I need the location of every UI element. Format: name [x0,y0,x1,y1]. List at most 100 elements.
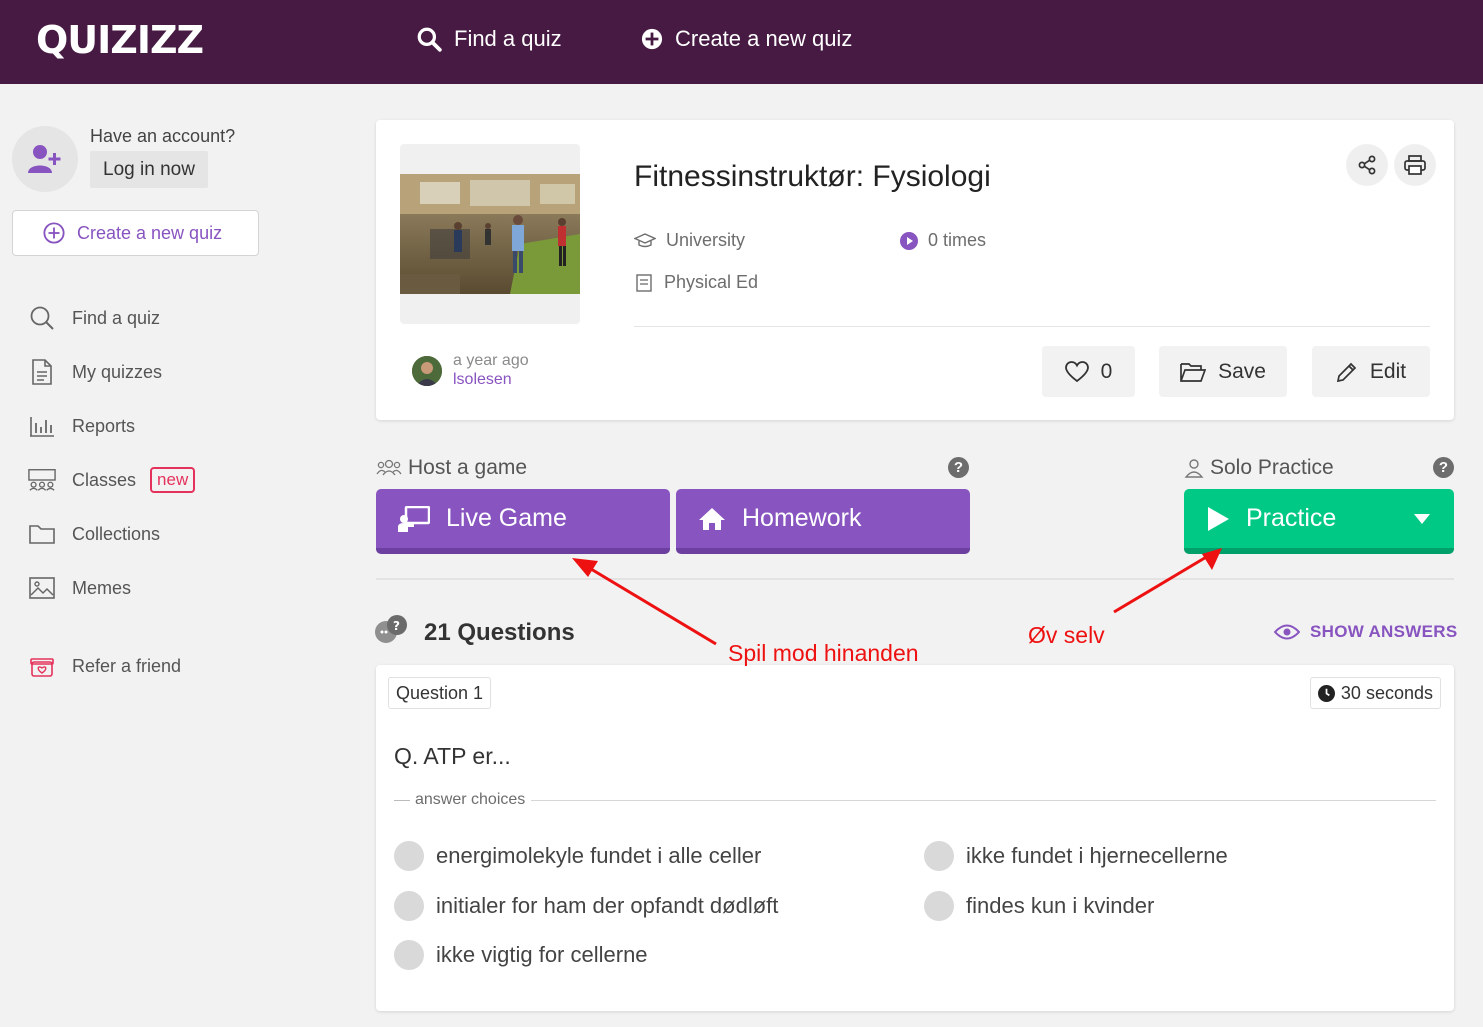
host-game-label: Host a game [408,456,528,479]
practice-button[interactable]: Practice [1184,489,1454,554]
sidebar-item-label: Classes [72,469,137,490]
quizizz-logo[interactable]: QUIZIZZ [36,18,204,62]
homework-button[interactable]: Homework [676,489,970,554]
sidebar-item-collections[interactable]: Collections [28,519,160,549]
answer-choice: energimolekyle fundet i alle celler [394,841,761,871]
choice-radio [924,841,954,871]
author-link[interactable]: lsolesen [453,371,512,389]
annotation-right: Øv selv [1028,622,1105,648]
graduation-cap-icon [634,232,656,247]
answer-choice: findes kun i kvinder [924,891,1154,921]
solo-practice-heading: Solo Practice [1184,456,1334,480]
answer-choice: ikke fundet i hjernecellerne [924,841,1228,871]
questions-count: 21 Questions [424,619,575,646]
question-card: Question 1 30 seconds Q. ATP er... answe… [376,665,1454,1011]
answer-choices-divider: answer choices [394,791,1436,809]
question-time-chip: 30 seconds [1309,677,1441,709]
topnav-create-quiz[interactable]: Create a new quiz [641,26,852,52]
share-button[interactable] [1346,144,1388,186]
host-game-heading: Host a game [376,456,527,480]
show-answers-toggle[interactable]: SHOW ANSWERS [1274,622,1457,642]
sidebar-item-reports[interactable]: Reports [28,411,135,441]
question-text: Q. ATP er... [394,743,511,769]
plus-circle-icon [641,28,663,50]
show-answers-label: SHOW ANSWERS [1310,622,1458,641]
sidebar-create-label: Create a new quiz [77,222,223,243]
book-icon [636,273,652,292]
choice-text: initialer for ham der opfandt dødløft [436,893,779,918]
quiz-subject-label: Physical Ed [664,272,759,292]
choice-radio [394,841,424,871]
new-badge: new [150,467,196,493]
caret-down-icon[interactable] [1414,514,1430,524]
gym-photo [400,174,580,294]
home-icon [699,507,725,530]
live-game-label: Live Game [446,504,567,532]
sidebar-item-label: Refer a friend [72,655,182,676]
author-avatar[interactable] [412,356,442,386]
add-user-icon [28,145,61,173]
topnav-find-label: Find a quiz [454,26,562,51]
plus-circle-icon [43,222,65,244]
section-separator [376,578,1454,580]
sidebar-create-quiz-button[interactable]: Create a new quiz [12,210,259,256]
pencil-icon [1336,362,1357,382]
choice-radio [394,891,424,921]
clock-icon [1317,684,1335,702]
choice-text: energimolekyle fundet i alle celler [436,843,762,868]
practice-label: Practice [1246,504,1337,532]
quiz-grade: University [634,230,745,251]
sidebar-item-label: Memes [72,577,132,598]
card-divider [634,326,1430,327]
questions-bubble-icon: ? [375,615,407,643]
classroom-icon [28,466,56,494]
quiz-thumbnail [400,144,580,324]
play-circle-icon [900,231,918,250]
quiz-updated-time: a year ago [453,352,529,369]
choice-radio [394,940,424,970]
bar-chart-icon [28,412,56,440]
printer-icon [1404,155,1426,175]
edit-button[interactable]: Edit [1312,346,1430,397]
arrow-live-game-head [572,558,598,577]
host-help-icon[interactable]: ? [948,457,969,478]
sidebar-item-classes[interactable]: Classes new [28,465,196,495]
group-icon [376,459,402,476]
answer-choices-label: answer choices [415,791,526,808]
image-icon [28,574,56,602]
quiz-info-card: Fitnessinstruktør: Fysiologi University … [376,120,1454,420]
presentation-icon [398,505,430,532]
like-button[interactable]: 0 [1042,346,1135,397]
choice-text: findes kun i kvinder [966,893,1155,918]
answer-choice: ikke vigtig for cellerne [394,940,648,970]
guest-avatar [12,126,78,192]
sidebar-item-find-quiz[interactable]: Find a quiz [28,303,160,333]
quiz-title: Fitnessinstruktør: Fysiologi [634,160,991,193]
annotation-left: Spil mod hinanden [728,640,919,666]
sidebar-item-label: Reports [72,415,136,436]
live-game-button[interactable]: Live Game [376,489,670,554]
svg-text:?: ? [393,619,400,633]
search-icon [28,304,56,332]
like-count: 0 [1100,359,1113,383]
folder-icon [28,520,56,548]
topnav-create-label: Create a new quiz [675,26,853,51]
login-button[interactable]: Log in now [90,151,208,188]
topnav-find-quiz[interactable]: Find a quiz [416,26,562,52]
eye-icon [1274,624,1300,640]
arrow-practice [1113,554,1209,614]
sidebar-item-memes[interactable]: Memes [28,573,131,603]
save-label: Save [1218,359,1266,383]
print-button[interactable] [1394,144,1436,186]
save-button[interactable]: Save [1159,346,1287,397]
share-icon [1358,155,1376,175]
sidebar-item-refer-friend[interactable]: Refer a friend [28,651,181,681]
quiz-plays-label: 0 times [928,230,987,250]
play-icon [1208,506,1229,531]
heart-icon [1064,360,1089,382]
homework-label: Homework [742,504,862,532]
sidebar-item-my-quizzes[interactable]: My quizzes [28,357,162,387]
question-time-label: 30 seconds [1340,682,1433,703]
solo-help-icon[interactable]: ? [1433,457,1454,478]
sidebar-item-label: My quizzes [72,361,163,382]
